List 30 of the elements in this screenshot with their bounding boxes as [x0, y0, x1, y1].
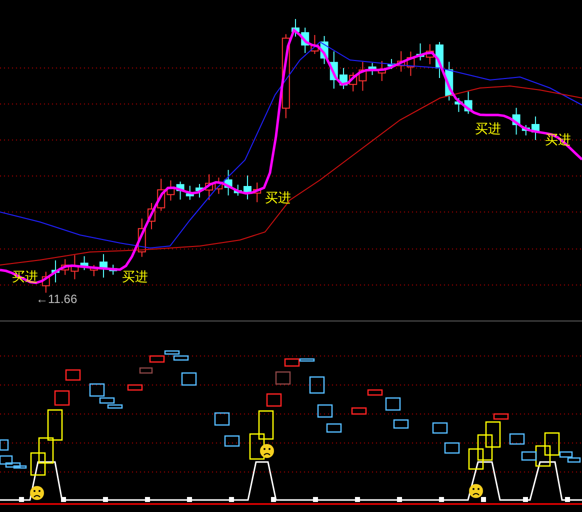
sad-face-icon	[260, 444, 274, 458]
candlestick	[90, 264, 98, 277]
candlestick	[42, 271, 50, 294]
candlestick	[388, 58, 396, 70]
candlestick	[397, 50, 406, 72]
candlestick	[416, 42, 424, 61]
candlestick	[148, 202, 156, 230]
candlestick	[244, 175, 252, 200]
candlestick	[330, 50, 338, 90]
buy-signal-label: 买进	[265, 191, 291, 205]
candlestick	[436, 42, 444, 78]
candlestick	[176, 181, 184, 200]
candlestick	[301, 27, 310, 54]
candlestick	[186, 185, 194, 200]
candlestick	[340, 68, 348, 90]
price-low-label: ←11.66	[36, 292, 78, 306]
candlestick	[253, 182, 262, 203]
buy-signal-label: 买进	[475, 122, 501, 136]
candlestick	[138, 218, 146, 258]
candlestick	[52, 260, 60, 283]
candlestick	[100, 254, 108, 278]
candlestick	[406, 51, 415, 76]
buy-signal-label: 买进	[122, 270, 148, 284]
sad-face-icon	[30, 486, 44, 500]
candlestick	[109, 264, 118, 276]
candlestick	[532, 116, 540, 140]
sad-face-icon	[469, 484, 483, 498]
candlestick	[196, 184, 204, 198]
candlestick	[292, 18, 300, 38]
candlestick	[426, 44, 434, 65]
